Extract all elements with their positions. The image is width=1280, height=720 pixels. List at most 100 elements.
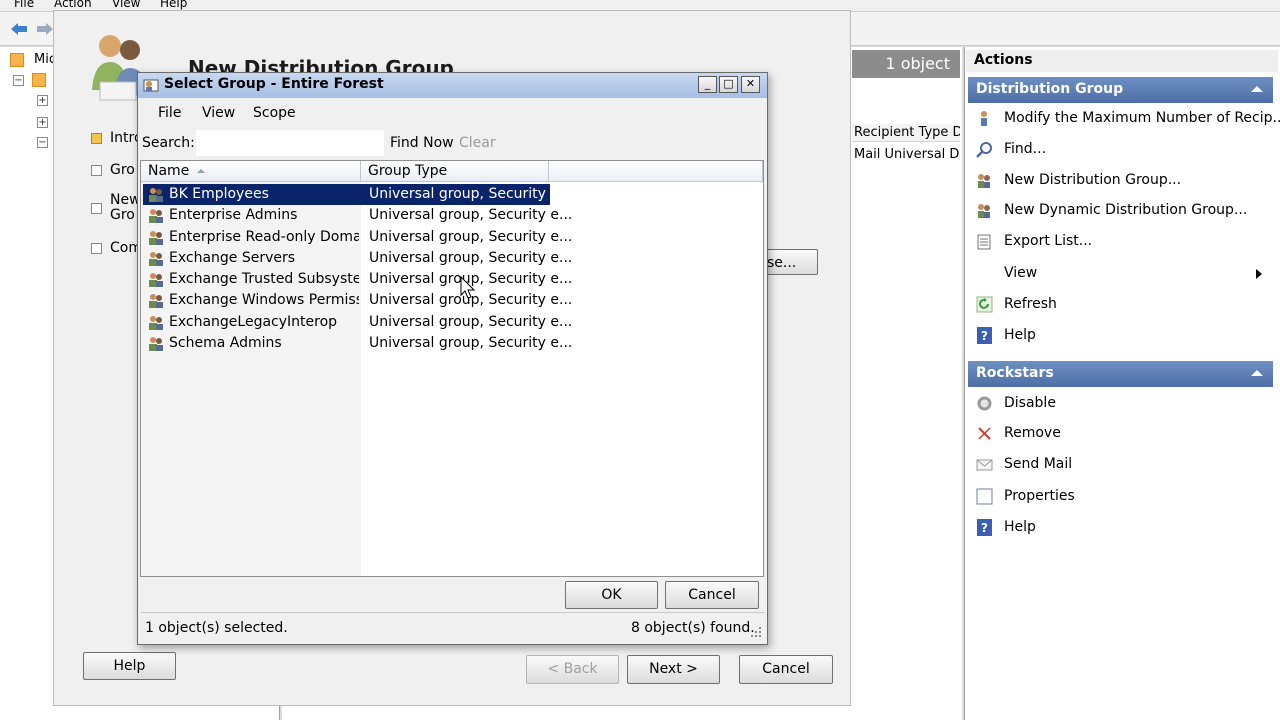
status-divider xyxy=(141,612,765,613)
action-remove[interactable]: Remove xyxy=(972,420,1272,448)
properties-icon xyxy=(976,488,993,505)
ok-button[interactable]: OK xyxy=(565,581,658,609)
wizard-cancel-button[interactable]: Cancel xyxy=(739,655,833,684)
action-label: New Distribution Group... xyxy=(1004,172,1182,188)
step-indicator xyxy=(91,165,102,176)
wizard-help-button[interactable]: Help xyxy=(83,652,176,680)
menu-help[interactable]: Help xyxy=(160,0,187,10)
step-label: Gro xyxy=(110,162,135,178)
group-name: Enterprise Admins xyxy=(169,207,298,223)
browse-button[interactable]: se... xyxy=(760,249,818,275)
search-input[interactable] xyxy=(196,130,384,156)
back-button[interactable]: < Back xyxy=(526,655,619,684)
column-recipient-type[interactable]: Recipient Type De xyxy=(852,124,960,142)
group-distribution-group[interactable]: Distribution Group xyxy=(968,77,1273,103)
collapse-caret-icon[interactable] xyxy=(1251,370,1263,376)
group-name: Exchange Windows Permissio... xyxy=(169,292,359,308)
list-item[interactable]: ExchangeLegacyInterop Universal group, S… xyxy=(143,312,572,333)
action-disable[interactable]: Disable xyxy=(972,390,1272,418)
action-label: Remove xyxy=(1004,425,1061,441)
action-label: Export List... xyxy=(1004,233,1093,249)
list-item[interactable]: Enterprise Admins Universal group, Secur… xyxy=(143,205,572,226)
group-icon xyxy=(149,337,163,351)
dialog-menu-view[interactable]: View xyxy=(202,105,235,121)
forward-arrow-icon[interactable] xyxy=(36,22,54,36)
column-header-group-type[interactable]: Group Type xyxy=(361,161,549,182)
action-export-list[interactable]: Export List... xyxy=(972,228,1272,256)
group-icon xyxy=(149,252,163,266)
wizard-step-new-group[interactable]: New Gro xyxy=(88,193,141,238)
column-label: Group Type xyxy=(368,163,448,179)
step-indicator xyxy=(91,133,102,144)
group-type: Universal group, Security e... xyxy=(369,229,573,245)
list-item[interactable]: Schema Admins Universal group, Security … xyxy=(143,333,572,354)
menu-file[interactable]: File xyxy=(14,0,34,10)
step-indicator xyxy=(91,243,102,254)
mail-icon xyxy=(976,459,993,471)
help-icon: ? xyxy=(977,519,992,536)
group-icon xyxy=(149,188,163,202)
list-item[interactable]: Exchange Servers Universal group, Securi… xyxy=(143,248,572,269)
export-list-icon xyxy=(977,234,991,250)
action-properties[interactable]: Properties xyxy=(972,483,1272,511)
maximize-button[interactable]: □ xyxy=(719,76,738,93)
minimize-button[interactable]: _ xyxy=(698,76,717,93)
action-label: Refresh xyxy=(1004,296,1057,312)
collapse-toggle[interactable]: − xyxy=(37,137,48,148)
action-help[interactable]: ? Help xyxy=(972,322,1272,350)
new-group-icon xyxy=(978,174,990,188)
action-label: Send Mail xyxy=(1004,456,1073,472)
resize-grip-icon[interactable] xyxy=(748,624,762,638)
column-header-name[interactable]: Name xyxy=(141,161,361,182)
group-rockstars[interactable]: Rockstars xyxy=(968,361,1273,387)
new-dynamic-group-icon xyxy=(978,204,990,218)
action-new-distribution-group[interactable]: New Distribution Group... xyxy=(972,167,1272,195)
result-row[interactable]: Mail Universal Dis xyxy=(852,146,960,164)
svg-text:?: ? xyxy=(981,521,988,535)
group-icon xyxy=(149,231,163,245)
search-label: Search: xyxy=(142,135,195,151)
action-new-dynamic-distribution-group[interactable]: New Dynamic Distribution Group... xyxy=(972,197,1272,225)
exchange-org-icon xyxy=(32,73,46,87)
collapse-toggle[interactable]: − xyxy=(13,75,24,86)
group-name: Enterprise Read-only Domain ... xyxy=(169,229,359,245)
menu-view[interactable]: View xyxy=(112,0,140,10)
exchange-node-icon xyxy=(10,53,24,67)
action-label: Help xyxy=(1004,519,1036,535)
expand-toggle[interactable]: + xyxy=(37,95,48,106)
close-button[interactable]: ✕ xyxy=(741,76,760,93)
menu-action[interactable]: Action xyxy=(54,0,92,10)
list-item[interactable]: Exchange Trusted Subsystem Universal gro… xyxy=(143,269,572,290)
step-label: New Gro xyxy=(110,192,141,223)
next-button[interactable]: Next > xyxy=(627,655,720,684)
action-send-mail[interactable]: Send Mail xyxy=(972,451,1272,479)
group-icon xyxy=(149,294,163,308)
group-title: Distribution Group xyxy=(976,81,1124,97)
group-icon xyxy=(149,209,163,223)
list-item[interactable]: BK Employees Universal group, Security e… xyxy=(143,184,572,205)
dialog-menu-scope[interactable]: Scope xyxy=(253,105,296,121)
find-icon xyxy=(976,142,992,158)
find-now-button[interactable]: Find Now xyxy=(390,135,454,151)
action-refresh[interactable]: Refresh xyxy=(972,291,1272,319)
action-help[interactable]: ? Help xyxy=(972,514,1272,542)
clear-button[interactable]: Clear xyxy=(459,135,496,151)
list-item[interactable]: Exchange Windows Permissio... Universal … xyxy=(143,290,572,311)
expand-toggle[interactable]: + xyxy=(37,117,48,128)
action-view[interactable]: View xyxy=(972,260,1272,288)
dialog-app-icon xyxy=(143,79,159,92)
group-type: Universal group, Security e... xyxy=(369,207,573,223)
action-label: View xyxy=(1004,265,1038,281)
action-find[interactable]: Find... xyxy=(972,136,1272,164)
list-item[interactable]: Enterprise Read-only Domain ... Universa… xyxy=(143,227,572,248)
back-arrow-icon[interactable] xyxy=(10,22,28,36)
group-type: Universal group, Security e... xyxy=(369,186,573,202)
group-name: BK Employees xyxy=(169,186,269,202)
refresh-icon xyxy=(976,296,993,313)
action-modify-max-recipients[interactable]: Modify the Maximum Number of Recip... xyxy=(972,105,1280,133)
dialog-cancel-button[interactable]: Cancel xyxy=(665,581,759,609)
actions-title: Actions xyxy=(966,50,1278,72)
collapse-caret-icon[interactable] xyxy=(1251,86,1263,92)
group-name: Exchange Trusted Subsystem xyxy=(169,271,359,287)
dialog-menu-file[interactable]: File xyxy=(158,105,181,121)
